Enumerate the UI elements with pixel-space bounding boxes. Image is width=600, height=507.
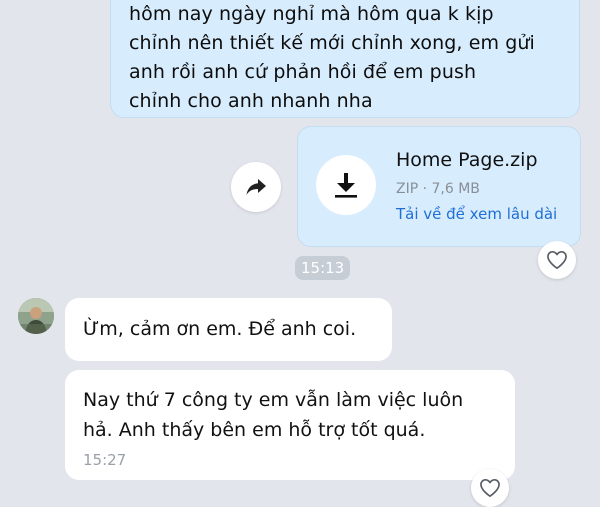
message-line: chỉnh cho anh nhanh nha	[129, 90, 373, 112]
outgoing-message-bubble[interactable]: hôm nay ngày nghỉ mà hôm qua k kịp chỉnh…	[110, 0, 580, 118]
file-meta: ZIP · 7,6 MB	[396, 181, 480, 197]
message-text: Ừm, cảm ơn em. Để anh coi.	[83, 318, 357, 340]
download-link[interactable]: Tải về để xem lâu dài	[396, 205, 557, 223]
message-line: anh rồi anh cứ phản hồi để em push	[129, 61, 477, 83]
file-name: Home Page.zip	[396, 149, 538, 171]
avatar-image	[18, 298, 54, 334]
message-line: hôm nay ngày nghỉ mà hôm qua k kịp	[129, 3, 494, 25]
message-line: chỉnh nên thiết kế mới chỉnh xong, em gử…	[129, 32, 535, 54]
reaction-button[interactable]	[471, 469, 509, 507]
message-line: hả. Anh thấy bên em hỗ trợ tốt quá.	[83, 419, 426, 441]
forward-button[interactable]	[231, 162, 281, 212]
file-message-bubble[interactable]: Home Page.zip ZIP · 7,6 MB Tải về để xem…	[297, 126, 581, 247]
time-divider: 15:13	[295, 256, 351, 280]
download-button[interactable]	[316, 155, 376, 215]
message-timestamp: 15:27	[83, 451, 127, 469]
forward-icon	[246, 179, 266, 195]
heart-icon	[547, 251, 567, 269]
incoming-message-bubble[interactable]: Ừm, cảm ơn em. Để anh coi.	[65, 298, 392, 361]
message-line: Nay thứ 7 công ty em vẫn làm việc luôn	[83, 389, 464, 411]
download-icon	[335, 173, 357, 198]
reaction-button[interactable]	[538, 241, 576, 279]
incoming-message-bubble[interactable]: Nay thứ 7 công ty em vẫn làm việc luôn h…	[65, 370, 515, 480]
avatar[interactable]	[18, 298, 54, 334]
chat-area: hôm nay ngày nghỉ mà hôm qua k kịp chỉnh…	[0, 0, 600, 507]
heart-icon	[480, 479, 500, 497]
